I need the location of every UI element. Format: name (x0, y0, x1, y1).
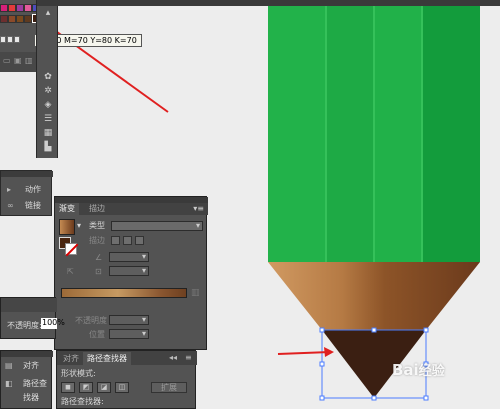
panel-icon-strip: ▴ ✿ ✲ ◈ ☰ ▦ ▙ (36, 0, 59, 158)
panel-menu-icon[interactable]: ▾≡ (193, 204, 204, 213)
selection-handle (423, 327, 429, 333)
selection-handle (371, 395, 377, 401)
swatch[interactable] (0, 4, 8, 12)
exclude-button[interactable]: ◫ (115, 382, 129, 393)
brush-icon[interactable]: ✲ (43, 86, 53, 96)
swatch[interactable] (0, 15, 8, 23)
tab-stroke[interactable]: 描边 (85, 203, 109, 215)
align-item[interactable]: ▤ 对齐 (1, 359, 53, 373)
swatch[interactable] (16, 15, 24, 23)
trash-icon[interactable]: ▥ (25, 57, 33, 65)
strip-header (37, 0, 59, 6)
trash-icon[interactable]: ▥ (191, 288, 200, 298)
baidu-watermark: Bai经验 (392, 360, 445, 379)
minus-front-button[interactable]: ◩ (79, 382, 93, 393)
gradient-slider[interactable] (61, 288, 187, 298)
swatch[interactable] (16, 4, 24, 12)
pencil-body-stripe (422, 0, 480, 262)
fill-stroke-indicator[interactable] (59, 237, 77, 255)
graphic-style-icon[interactable]: ◈ (43, 100, 53, 110)
swatch-gray[interactable] (14, 36, 20, 43)
links-item[interactable]: ∞ 链接 (1, 199, 53, 213)
actions-label: 动作 (25, 185, 41, 194)
stroke-option-button[interactable] (111, 236, 120, 245)
collapse-icon[interactable]: ◂◂ (169, 353, 177, 362)
selection-handle (319, 395, 325, 401)
align-label: 对齐 (23, 361, 39, 370)
swatch[interactable] (8, 15, 16, 23)
stroke-label: 描边 (89, 236, 105, 245)
tab-align[interactable]: 对齐 (59, 352, 83, 365)
gradient-thumbnail[interactable] (59, 219, 75, 235)
top-panel-bar (0, 0, 500, 6)
actions-links-panel: ▸ 动作 ∞ 链接 (0, 170, 53, 216)
stroke-swatch[interactable] (65, 243, 77, 255)
type-label: 类型 (89, 221, 105, 230)
pathfinder-icon: ◧ (5, 379, 13, 388)
pencil-wood-cone (268, 262, 480, 330)
pathfinders-label: 路径查找器: (61, 397, 104, 406)
watermark-text: Bai (392, 361, 419, 379)
expand-button[interactable]: 扩展 (151, 382, 187, 393)
folder-icon[interactable]: ▭ (3, 57, 11, 65)
panel-header (1, 298, 57, 312)
new-swatch-icon[interactable]: ▣ (14, 57, 22, 65)
pathfinder-tabs: 对齐 路径查找器 ◂◂ ≡ (57, 351, 197, 365)
links-label: 链接 (25, 201, 41, 210)
layers-icon[interactable]: ☰ (43, 114, 53, 124)
gradient-tabs: 渐变 描边 ▾≡ (55, 203, 208, 215)
pencil-body-stripe (326, 0, 374, 262)
pencil-body-stripe (374, 0, 422, 262)
stroke-option-button[interactable] (123, 236, 132, 245)
swatch-gray[interactable] (0, 36, 6, 43)
align-icon: ▤ (5, 361, 13, 370)
location-label: 位置 (89, 330, 105, 339)
appearance-icon[interactable]: ▙ (43, 142, 53, 152)
angle-icon: ∠ (95, 253, 103, 262)
panel-header (1, 351, 53, 357)
location-dropdown[interactable] (109, 329, 149, 339)
tab-pathfinder[interactable]: 路径查找器 (83, 352, 131, 365)
angle-dropdown[interactable] (109, 252, 149, 262)
swatch[interactable] (24, 4, 32, 12)
selection-handle (319, 327, 325, 333)
panel-header (1, 171, 53, 177)
type-dropdown[interactable] (111, 221, 203, 231)
gradient-panel: 渐变 描边 ▾≡ ▾ 类型 描边 ∠ ⇱ ⊡ ▥ 不透明度 位置 (54, 196, 208, 350)
swatch-gray[interactable] (7, 36, 13, 43)
align-pathfinder-collapsed-panel: ▤ 对齐 ◧ 路径查找器 (0, 350, 53, 409)
pathfinder-panel: 对齐 路径查找器 ◂◂ ≡ 形状模式: ◼ ◩ ◪ ◫ 扩展 路径查找器: (56, 350, 197, 409)
swatch[interactable] (8, 4, 16, 12)
opacity-dropdown[interactable] (109, 315, 149, 325)
opacity-label: 不透明度: (7, 321, 42, 330)
intersect-button[interactable]: ◪ (97, 382, 111, 393)
aspect-icon: ⇱ (67, 267, 74, 276)
watermark-suffix: 经验 (418, 364, 445, 379)
unite-button[interactable]: ◼ (61, 382, 75, 393)
pathfinder-item[interactable]: ◧ 路径查找器 (1, 377, 53, 402)
stroke-option-button[interactable] (135, 236, 144, 245)
swatch[interactable] (24, 15, 32, 23)
tab-gradient[interactable]: 渐变 (55, 203, 79, 215)
pencil-body-stripe (268, 0, 326, 262)
gradient-dropdown-arrow-icon[interactable]: ▾ (77, 221, 81, 231)
selection-handle (319, 361, 325, 367)
annotation-arrowhead (324, 347, 334, 357)
opacity-input[interactable]: 100% (41, 318, 65, 329)
link-icon: ∞ (7, 201, 14, 210)
aspect-ratio-icon: ⊡ (95, 267, 102, 276)
panel-menu-icon[interactable]: ≡ (185, 353, 192, 362)
artboard-icon[interactable]: ▦ (43, 128, 53, 138)
shape-modes-label: 形状模式: (61, 369, 96, 378)
opacity-label: 不透明度 (75, 316, 107, 325)
pathfinder-label: 路径查找器 (23, 379, 47, 402)
transparency-panel: 不透明度: 100% (0, 297, 65, 339)
selection-handle (371, 327, 377, 333)
aspect-ratio-dropdown[interactable] (109, 266, 149, 276)
play-icon: ▸ (7, 185, 12, 194)
collapse-icon[interactable]: ▴ (43, 8, 53, 18)
selection-handle (423, 395, 429, 401)
symbol-icon[interactable]: ✿ (43, 72, 53, 82)
actions-item[interactable]: ▸ 动作 (1, 183, 53, 197)
